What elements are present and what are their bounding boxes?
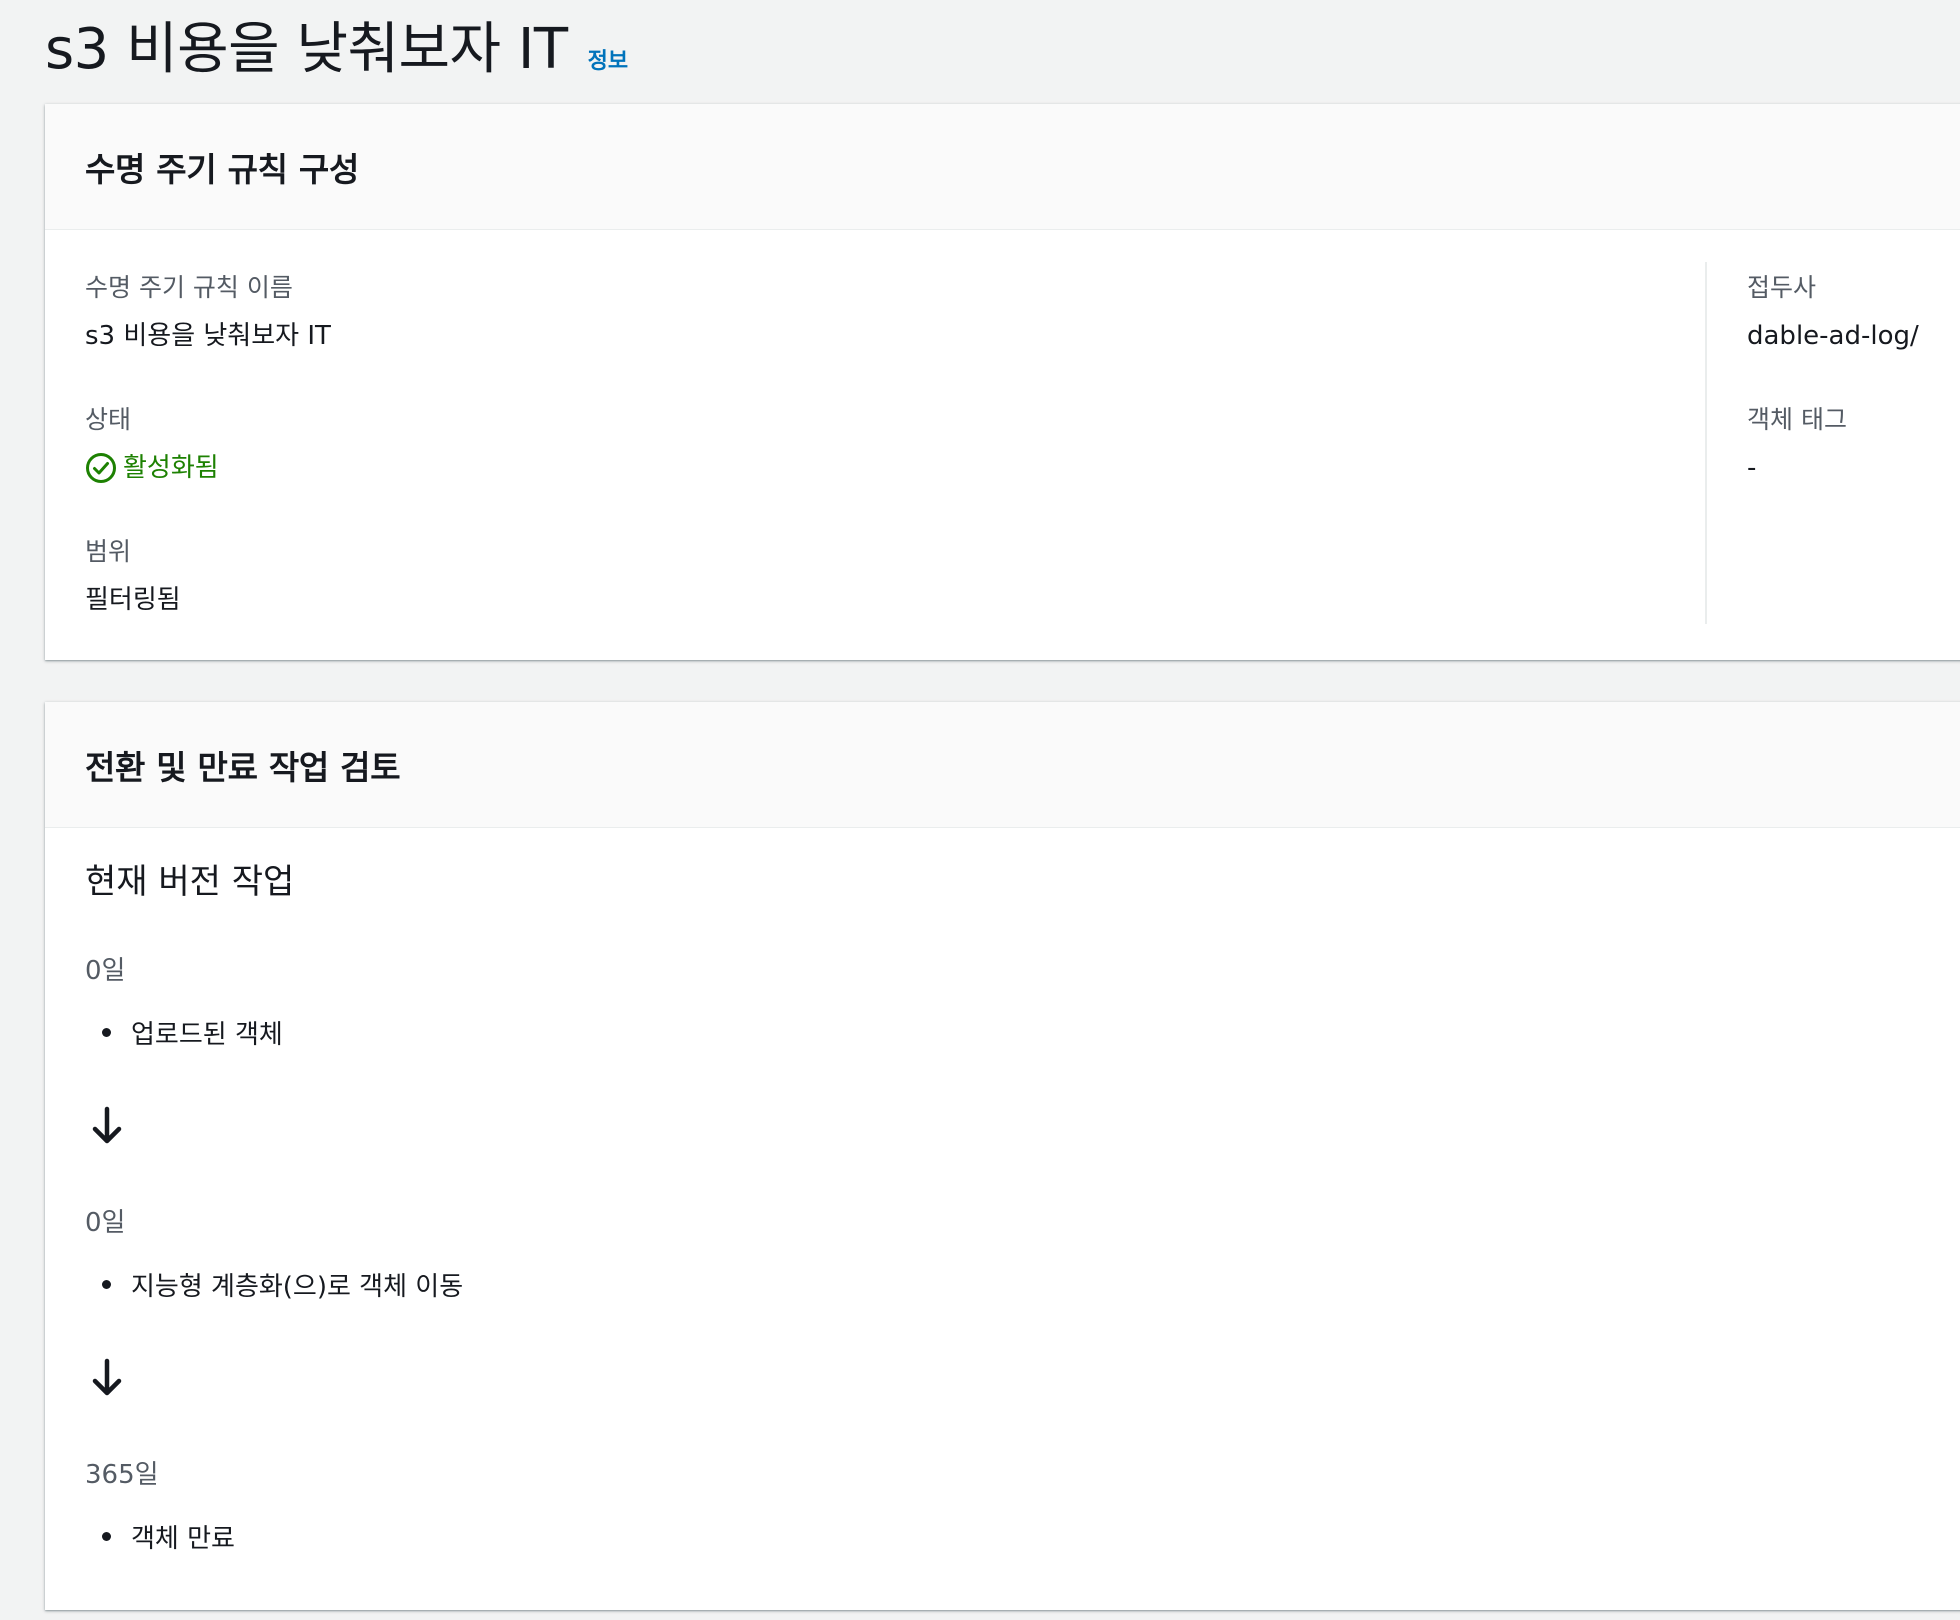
bullet-icon [102,1028,111,1037]
status-label: 상태 [85,405,132,434]
current-version-actions-title: 현재 버전 작업 [85,862,295,902]
rule-name-value: s3 비용을 낮춰보자 IT [85,321,331,351]
step-action: 지능형 계층화(으)로 객체 이동 [102,1266,463,1303]
bullet-icon [102,1532,111,1541]
status-badge: 활성화됨 [85,448,331,488]
step-day: 365일 [85,1460,159,1490]
step-action-text: 업로드된 객체 [131,1020,283,1050]
check-circle-icon [86,453,116,483]
card-header: 수명 주기 규칙 구성 [45,104,1960,230]
status-value: 활성화됨 [123,453,219,483]
review-card-heading: 전환 및 만료 작업 검토 [85,747,401,787]
step-action: 객체 만료 [102,1518,235,1555]
column-divider [1705,262,1707,624]
transition-review-card: 전환 및 만료 작업 검토 현재 버전 작업 0일 업로드된 객체 0일 지능형… [45,702,1960,1610]
step-action-text: 지능형 계층화(으)로 객체 이동 [131,1272,464,1302]
page-title: s3 비용을 낮춰보자 IT [45,17,568,82]
step-action-text: 객체 만료 [131,1524,235,1554]
arrow-down-icon [92,1106,122,1144]
scope-value: 필터링됨 [85,585,181,615]
page-header: s3 비용을 낮춰보자 IT 정보 [45,14,628,86]
step-day: 0일 [85,1208,126,1238]
rule-name-label: 수명 주기 규칙 이름 [85,273,293,302]
info-link[interactable]: 정보 [588,43,628,75]
config-right-column: 접두사 dable-ad-log/ 객체 태그 - [1747,270,1919,534]
config-left-column: 수명 주기 규칙 이름 s3 비용을 낮춰보자 IT 상태 활성화됨 범위 필터… [85,270,331,666]
prefix-value: dable-ad-log/ [1747,321,1919,351]
config-card-heading: 수명 주기 규칙 구성 [85,149,360,189]
step-action: 업로드된 객체 [102,1014,283,1051]
step-day: 0일 [85,956,126,986]
bullet-icon [102,1280,111,1289]
lifecycle-config-card: 수명 주기 규칙 구성 수명 주기 규칙 이름 s3 비용을 낮춰보자 IT 상… [45,104,1960,660]
rule-name-field: 수명 주기 규칙 이름 s3 비용을 낮춰보자 IT [85,270,331,368]
card-header: 전환 및 만료 작업 검토 [45,702,1960,828]
prefix-label: 접두사 [1747,273,1817,302]
status-field: 상태 활성화됨 [85,402,331,500]
prefix-field: 접두사 dable-ad-log/ [1747,270,1919,368]
scope-field: 범위 필터링됨 [85,534,331,632]
arrow-down-icon [92,1358,122,1396]
object-tags-field: 객체 태그 - [1747,402,1919,500]
object-tags-label: 객체 태그 [1747,405,1847,434]
object-tags-value: - [1747,453,1757,483]
scope-label: 범위 [85,537,132,566]
